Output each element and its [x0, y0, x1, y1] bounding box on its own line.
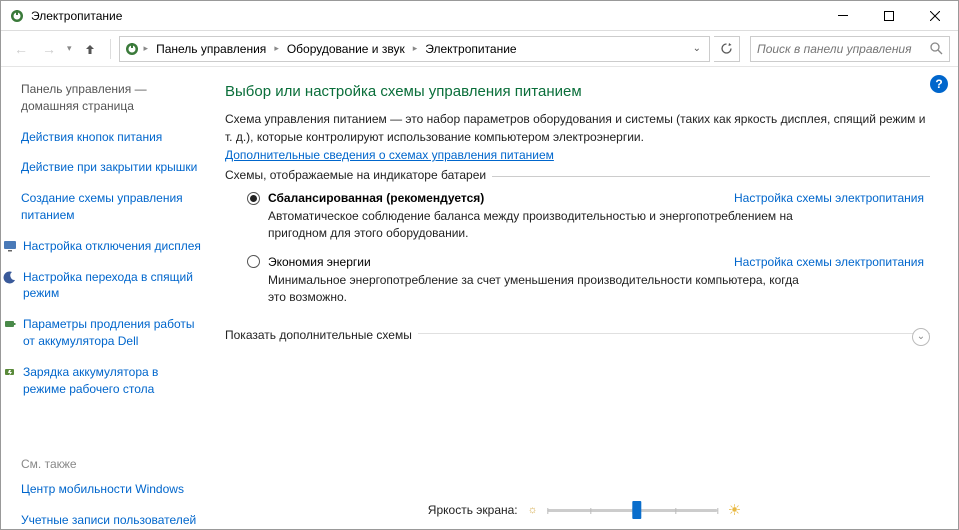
slider-thumb[interactable] — [633, 501, 642, 519]
brightness-label: Яркость экрана: — [428, 503, 518, 517]
see-also-title: См. также — [21, 457, 201, 471]
address-dropdown[interactable]: ⌄ — [689, 43, 705, 54]
search-box[interactable] — [750, 36, 950, 62]
chevron-right-icon[interactable]: ▸ — [142, 43, 151, 54]
chevron-right-icon[interactable]: ▸ — [411, 43, 420, 54]
plan-name[interactable]: Экономия энергии — [268, 255, 371, 269]
plan-radio-balanced[interactable] — [247, 192, 260, 205]
navbar: ← → ▾ ▸ Панель управления ▸ Оборудование… — [1, 31, 958, 67]
plan-description: Минимальное энергопотребление за счет ум… — [247, 272, 807, 307]
sun-dim-icon: ☼ — [528, 504, 538, 516]
window-controls — [820, 1, 958, 31]
back-button[interactable]: ← — [9, 37, 33, 61]
refresh-button[interactable] — [714, 36, 740, 62]
sidebar-link-create-plan[interactable]: Создание схемы управления питанием — [21, 190, 201, 224]
sidebar-link-desktop-charge[interactable]: Зарядка аккумулятора в режиме рабочего с… — [3, 364, 201, 398]
content: Панель управления — домашняя страница Де… — [1, 67, 958, 529]
page-heading: Выбор или настройка схемы управления пит… — [225, 83, 930, 100]
breadcrumb-item[interactable]: Панель управления — [152, 42, 270, 56]
expander-label: Показать дополнительные схемы — [225, 328, 418, 342]
window-title: Электропитание — [31, 9, 820, 23]
breadcrumb-item[interactable]: Электропитание — [421, 42, 520, 56]
help-icon[interactable]: ? — [930, 75, 948, 93]
search-input[interactable] — [757, 42, 930, 56]
brightness-slider-row: Яркость экрана: ☼ ☀ — [428, 501, 741, 519]
breadcrumb-item[interactable]: Оборудование и звук — [283, 42, 409, 56]
up-button[interactable] — [78, 37, 102, 61]
sidebar: Панель управления — домашняя страница Де… — [1, 67, 211, 529]
forward-button[interactable]: → — [37, 37, 61, 61]
plan-power-saver: Экономия энергии Настройка схемы электро… — [239, 255, 924, 307]
titlebar: Электропитание — [1, 1, 958, 31]
sidebar-link-sleep[interactable]: Настройка перехода в спящий режим — [3, 269, 201, 303]
sidebar-link-display-off[interactable]: Настройка отключения дисплея — [3, 238, 201, 255]
plan-description: Автоматическое соблюдение баланса между … — [247, 208, 807, 243]
maximize-button[interactable] — [866, 1, 912, 31]
sun-bright-icon: ☀ — [728, 501, 741, 519]
plan-balanced: Сбалансированная (рекомендуется) Настрой… — [239, 191, 924, 243]
power-options-icon — [124, 41, 140, 57]
history-dropdown[interactable]: ▾ — [65, 43, 74, 54]
plan-name[interactable]: Сбалансированная (рекомендуется) — [268, 191, 484, 205]
main-panel: ? Выбор или настройка схемы управления п… — [211, 67, 958, 529]
brightness-slider[interactable] — [548, 509, 718, 512]
plan-settings-link[interactable]: Настройка схемы электропитания — [734, 191, 924, 205]
battery-icon — [3, 317, 17, 331]
plan-settings-link[interactable]: Настройка схемы электропитания — [734, 255, 924, 269]
sidebar-link-mobility-center[interactable]: Центр мобильности Windows — [21, 481, 201, 498]
address-bar[interactable]: ▸ Панель управления ▸ Оборудование и зву… — [119, 36, 710, 62]
sidebar-link-dell-battery[interactable]: Параметры продления работы от аккумулято… — [3, 316, 201, 350]
sidebar-link-lid-close[interactable]: Действие при закрытии крышки — [21, 159, 201, 176]
chevron-right-icon[interactable]: ▸ — [272, 43, 281, 54]
charge-icon — [3, 365, 17, 379]
moon-icon — [3, 270, 17, 284]
close-button[interactable] — [912, 1, 958, 31]
power-options-icon — [9, 8, 25, 24]
plan-group-legend: Схемы, отображаемые на индикаторе батаре… — [225, 168, 492, 182]
minimize-button[interactable] — [820, 1, 866, 31]
show-additional-plans[interactable]: Показать дополнительные схемы ⌄ — [225, 333, 930, 356]
plan-radio-power-saver[interactable] — [247, 255, 260, 268]
chevron-down-icon[interactable]: ⌄ — [912, 328, 930, 346]
monitor-icon — [3, 239, 17, 253]
more-info-link[interactable]: Дополнительные сведения о схемах управле… — [225, 148, 554, 162]
sidebar-link-user-accounts[interactable]: Учетные записи пользователей — [21, 512, 201, 529]
page-description: Схема управления питанием — это набор па… — [225, 110, 930, 146]
sidebar-link-power-buttons[interactable]: Действия кнопок питания — [21, 129, 201, 146]
plan-group: Схемы, отображаемые на индикаторе батаре… — [225, 176, 930, 325]
separator — [110, 39, 111, 59]
sidebar-home-link[interactable]: Панель управления — домашняя страница — [21, 81, 201, 115]
search-icon[interactable] — [930, 42, 943, 55]
